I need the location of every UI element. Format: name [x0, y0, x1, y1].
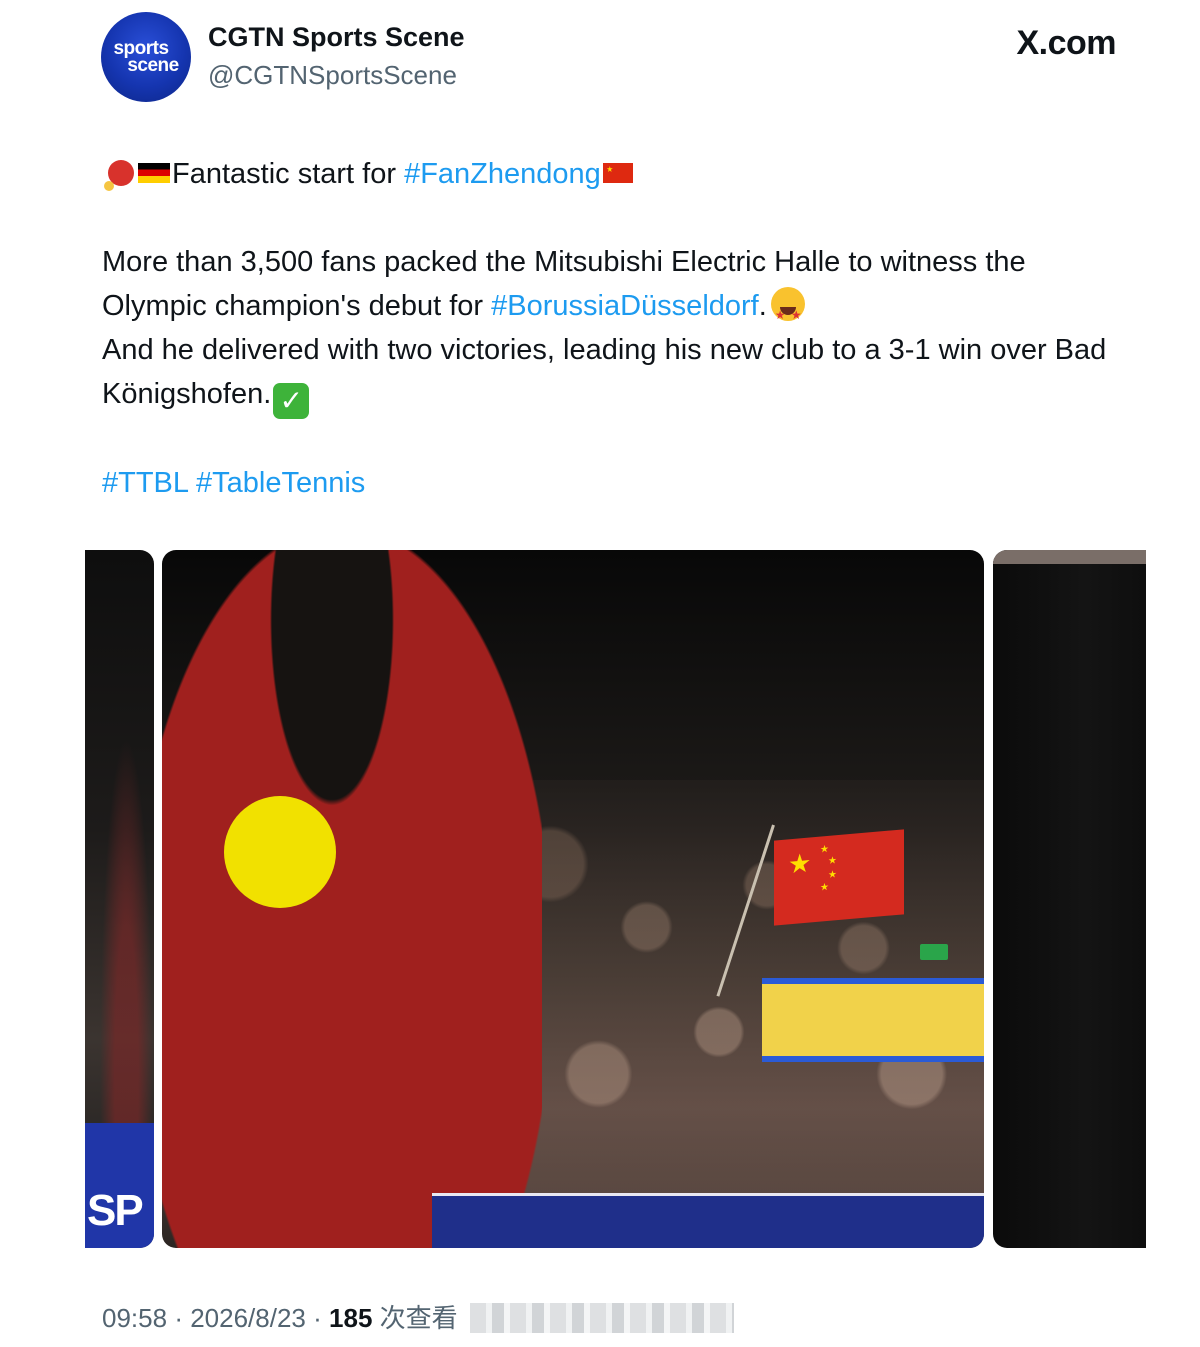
x-logo: X.com	[1016, 24, 1116, 62]
hashtag-line: #TTBL #TableTennis	[102, 461, 365, 505]
avatar-text-line2: scene	[127, 55, 179, 76]
flag-star-icon: ★	[788, 847, 812, 880]
star-struck-icon	[770, 287, 805, 337]
china-flag-icon	[602, 163, 633, 183]
view-count: 185	[329, 1303, 373, 1333]
tweet-paragraph: More than 3,500 fans packed the Mitsubis…	[102, 240, 1112, 419]
exit-sign-icon	[920, 944, 948, 960]
meta-separator: ·	[313, 1303, 322, 1333]
tweet-line-intro: Fantastic start for #FanZhendong	[102, 152, 633, 196]
chinese-flag-image: ★ ★ ★ ★ ★	[774, 829, 904, 926]
blurred-overlay	[470, 1303, 734, 1333]
post-date[interactable]: 2026/8/23	[190, 1303, 306, 1333]
account-avatar[interactable]: sports scene	[101, 12, 191, 102]
views-label: 次查看	[379, 1303, 458, 1333]
germany-flag-icon	[138, 163, 170, 183]
media-image-main[interactable]: ★ ★ ★ ★ ★	[162, 550, 984, 1248]
sponsor-letters: SP	[87, 1186, 144, 1235]
player-back	[162, 550, 542, 1248]
post-meta: 09:58 · 2026/8/23 · 185 次查看	[102, 1298, 458, 1335]
media-image-previous[interactable]: SP	[85, 550, 154, 1248]
meta-separator: ·	[174, 1303, 183, 1333]
check-mark-icon: ✓	[273, 383, 310, 419]
jersey-patch	[224, 796, 336, 908]
intro-text: Fantastic start for	[172, 158, 405, 190]
fan-banner	[762, 978, 984, 1062]
paragraph-text-2: And he delivered with two victories, lea…	[102, 334, 1107, 410]
post-time[interactable]: 09:58	[102, 1303, 167, 1333]
paragraph-period: .	[758, 290, 767, 322]
account-handle[interactable]: @CGTNSportsScene	[208, 60, 457, 91]
display-name[interactable]: CGTN Sports Scene	[208, 22, 465, 53]
hashtag-fanzhendong[interactable]: #FanZhendong	[404, 158, 601, 190]
media-image-next[interactable]	[993, 550, 1146, 1248]
table-edge	[432, 1193, 984, 1248]
hashtags[interactable]: #TTBL #TableTennis	[102, 467, 365, 499]
ping-pong-paddle-icon	[104, 160, 134, 191]
hashtag-borussia[interactable]: #BorussiaDüsseldorf	[491, 290, 759, 322]
